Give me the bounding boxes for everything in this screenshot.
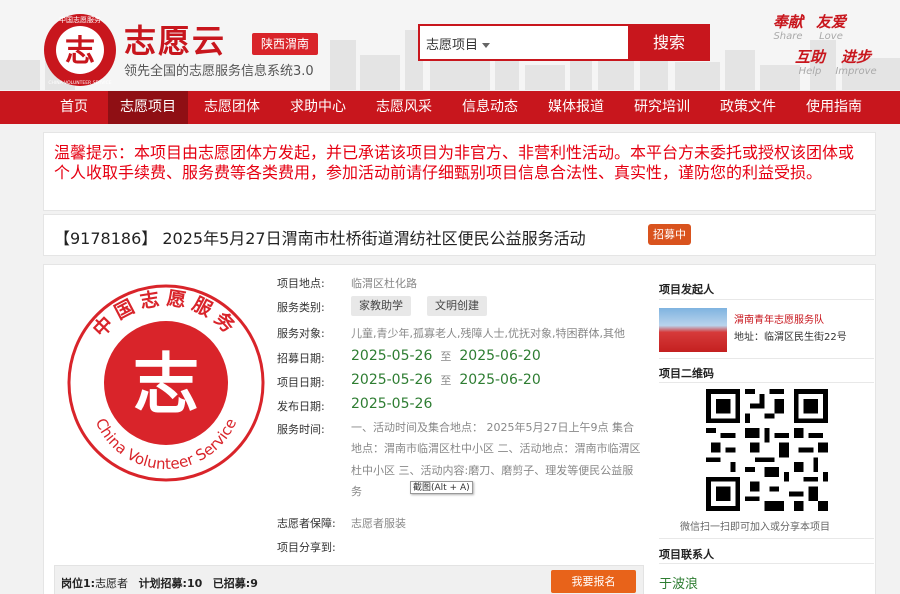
post-name: 志愿者 [95,577,129,590]
period-start: 2025-05-26 [351,372,433,388]
divider [659,299,874,300]
nav-research[interactable]: 研究培训 [620,91,704,124]
site-header: 志 中国志愿服务 CHINA VOLUNTEER SERVICE 志愿云 陕西渭… [0,0,900,90]
period-end: 2025-06-20 [459,372,541,388]
recruit-range: 2025-05-26 至 2025-06-20 [351,348,541,364]
nav-showcase[interactable]: 志愿风采 [362,91,446,124]
category-tag[interactable]: 家教助学 [351,296,411,316]
recruit-start: 2025-05-26 [351,348,433,364]
service-time-desc: 一、活动时间及集合地点： 2025年5月27日上午9点 集合地点：渭南市临渭区杜… [351,421,641,498]
location-value: 临渭区杜化路 [351,277,417,290]
service-time-label: 服务时间: [277,423,325,436]
search-category-label: 志愿项目 [426,38,479,53]
search-category-select[interactable]: 志愿项目 [426,34,491,53]
notice-panel: 温馨提示：本项目由志愿团体方发起，并已承诺该项目为非官方、非营利性活动。本平台方… [43,132,876,211]
share-label: 项目分享到: [277,541,336,554]
contact-name: 于波浪 [659,577,699,592]
nav-teams[interactable]: 志愿团体 [190,91,274,124]
site-logo-icon[interactable]: 志 中国志愿服务 CHINA VOLUNTEER SERVICE [42,12,118,88]
nav-projects[interactable]: 志愿项目 [108,91,188,124]
motto-help: 互助 Help [785,48,835,78]
qr-heading: 项目二维码 [659,367,714,380]
publish-label: 发布日期: [277,400,325,413]
qr-code-icon [706,389,828,511]
org-photo[interactable] [659,308,727,352]
guarantee-value: 志愿者服装 [351,517,406,530]
target-label: 服务对象: [277,327,325,340]
logo-ring-text: 中国志愿服务 [59,15,101,24]
date-sep: 至 [440,374,452,387]
motto-en: Help [798,66,822,77]
motto-en: Improve [835,66,877,77]
initiator-heading: 项目发起人 [659,283,714,296]
plan-value: 10 [186,577,203,590]
done-value: 9 [250,577,258,590]
location-label: 项目地点: [277,277,325,290]
period-label: 项目日期: [277,376,325,389]
target-value: 儿童,青少年,孤寡老人,残障人士,优抚对象,特困群体,其他 [351,327,625,340]
recruit-end: 2025-06-20 [459,348,541,364]
nav-news[interactable]: 信息动态 [448,91,532,124]
guarantee-label: 志愿者保障: [277,517,336,530]
volunteer-emblem-icon: 中国志愿服务 China Volunteer Service 志 [67,284,265,482]
project-detail-panel: 中国志愿服务 China Volunteer Service 志 项目地点: 临… [43,264,876,594]
org-address: 地址：临渭区民生街22号 [734,332,847,343]
date-sep: 至 [440,350,452,363]
post-label: 岗位1: [61,577,96,590]
site-name[interactable]: 志愿云 [124,16,226,62]
qr-caption: 微信扫一扫即可加入或分享本项目 [680,522,830,533]
plan-label: 计划招募: [138,577,187,590]
motto-cn: 友爱 [815,13,846,31]
screenshot-tooltip: 截图(Alt + A) [410,481,473,494]
notice-text: 温馨提示：本项目由志愿团体方发起，并已承诺该项目为非官方、非营利性活动。本平台方… [54,143,855,182]
nav-home[interactable]: 首页 [42,91,106,124]
site-tagline: 领先全国的志愿服务信息系统3.0 [124,64,314,79]
recruit-label: 招募日期: [277,352,325,365]
motto-cn: 进步 [840,48,871,66]
publish-value: 2025-05-26 [351,396,432,412]
divider [659,358,874,359]
nav-guide[interactable]: 使用指南 [792,91,876,124]
category-label: 服务类别: [277,301,325,314]
motto-en: Love [819,31,843,42]
nav-help-center[interactable]: 求助中心 [276,91,360,124]
publish-date: 2025-05-26 [351,396,433,412]
org-name-link[interactable]: 渭南青年志愿服务队 [734,311,824,326]
project-title-bar: 【9178186】 2025年5月27日渭南市杜桥街道渭纺社区便民公益服务活动 … [43,214,876,256]
nav-policy[interactable]: 政策文件 [706,91,790,124]
logo-ring-en: CHINA VOLUNTEER SERVICE [48,80,111,86]
region-selector[interactable]: 陕西渭南 [252,33,318,55]
contact-heading: 项目联系人 [659,548,714,561]
category-tags: 家教助学 文明创建 [351,296,503,316]
motto-improve: 进步 Improve [831,48,881,78]
divider [659,382,874,383]
logo-char: 志 [65,34,95,69]
divider [659,538,874,539]
post-info: 岗位1:志愿者 计划招募:10 已招募:9 [61,575,258,591]
status-badge: 招募中 [648,224,691,245]
motto-cn: 互助 [794,48,825,66]
apply-button[interactable]: 我要报名 [551,570,636,593]
nav-media[interactable]: 媒体报道 [534,91,618,124]
motto-love: 友爱 Love [806,13,856,43]
period-range: 2025-05-26 至 2025-06-20 [351,372,541,388]
divider [659,563,874,564]
category-tag[interactable]: 文明创建 [427,296,487,316]
done-label: 已招募: [212,577,251,590]
search-box: 志愿项目 搜索 [418,24,710,61]
post-row: 岗位1:志愿者 计划招募:10 已招募:9 我要报名 [54,565,644,594]
chevron-down-icon [482,43,491,48]
emblem-char: 志 [133,345,199,423]
main-nav: 首页 志愿项目 志愿团体 求助中心 志愿风采 信息动态 媒体报道 研究培训 政策… [0,91,900,124]
search-button[interactable]: 搜索 [628,24,710,61]
project-title: 【9178186】 2025年5月27日渭南市杜桥街道渭纺社区便民公益服务活动 [54,229,586,248]
